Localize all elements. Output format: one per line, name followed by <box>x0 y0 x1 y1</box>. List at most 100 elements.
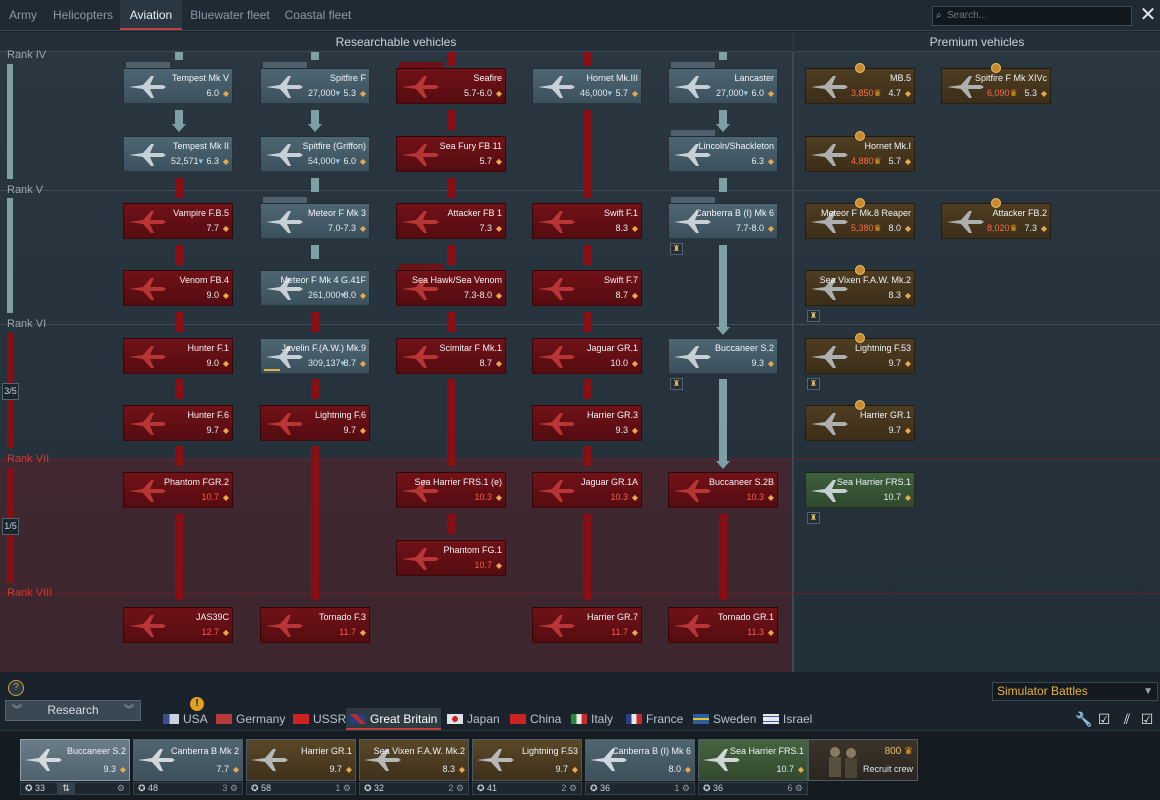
nation-tab-ussr[interactable]: USSR <box>293 708 346 730</box>
tree-link <box>447 178 455 198</box>
aircraft-icon <box>400 74 440 100</box>
crew-slot[interactable]: Sea Vixen F.A.W. Mk.2 8.3 ◆ ✪ 32 2 ⚙ <box>359 739 469 795</box>
vehicle-card-tornado-f3[interactable]: Tornado F.3 11.7 ◆ <box>260 607 370 643</box>
nation-tab-italy[interactable]: Italy <box>571 708 613 730</box>
squadron-tag-icon[interactable]: ♜ <box>807 378 820 390</box>
research-points: 54,000▾ <box>308 156 341 166</box>
close-button[interactable]: ✕ <box>1138 4 1158 26</box>
rank-divider <box>0 593 1160 594</box>
tab-army[interactable]: Army <box>2 0 44 30</box>
crew-slot[interactable]: Buccaneer S.2 9.3 ◆ ✪ 33 ⇅ ⚙ <box>20 739 130 795</box>
vehicle-card-tempest-v[interactable]: Tempest Mk V 6.0 ◆ <box>123 62 233 104</box>
squadron-tag-icon[interactable]: ♜ <box>807 512 820 524</box>
vehicle-card-swift-f1[interactable]: Swift F.1 8.3 ◆ <box>532 203 642 239</box>
aircraft-icon <box>400 209 440 235</box>
vehicle-name: Hornet Mk.III <box>586 73 638 83</box>
premium-crown-icon <box>855 198 865 208</box>
vehicle-card-venom[interactable]: Venom FB.4 9.0 ◆ <box>123 270 233 306</box>
tab-helicopters[interactable]: Helicopters <box>50 0 116 30</box>
slot-battle-rating: 9.3 <box>103 764 116 774</box>
crew-slot[interactable]: Lightning F.53 9.7 ◆ ✪ 41 2 ⚙ <box>472 739 582 795</box>
vehicle-card-meteor-4[interactable]: Meteor F Mk 4 G.41F 261,000▾ 8.0 ◆ <box>260 270 370 306</box>
vehicle-card-meteor-8-reaper[interactable]: Meteor F Mk.8 Reaper 5,380♛ 8.0 ◆ <box>805 198 915 239</box>
vehicle-name: Spitfire F <box>329 73 366 83</box>
recruit-crew-button[interactable]: 800 ♛ Recruit crew <box>808 739 918 781</box>
vehicle-card-harrier-gr1[interactable]: Harrier GR.1 9.7 ◆ <box>805 400 915 441</box>
nation-tab-france[interactable]: France <box>626 708 683 730</box>
help-icon[interactable]: ? <box>8 680 24 696</box>
vehicle-card-meteor-3[interactable]: Meteor F Mk 3 7.0-7.3 ◆ <box>260 197 370 239</box>
swap-vehicle-button[interactable]: ⇅ <box>57 783 75 794</box>
vehicle-card-javelin[interactable]: Javelin F.(A.W.) Mk.9 309,137▾ 8.7 ◆ <box>260 338 370 374</box>
vehicle-card-sea-harrier-e[interactable]: Sea Harrier FRS.1 (e) 10.3 ◆ <box>396 472 506 508</box>
vehicle-card-jaguar-gr1[interactable]: Jaguar GR.1 10.0 ◆ <box>532 338 642 374</box>
wrench-icon[interactable]: 🔧 <box>1075 710 1093 728</box>
vehicle-card-canberra-b6[interactable]: Canberra B (I) Mk 6 7.7-8.0 ◆ ♜ <box>668 197 778 255</box>
vehicle-card-sea-vixen[interactable]: Sea Vixen F.A.W. Mk.2 8.3 ◆ ♜ <box>805 265 915 322</box>
vehicle-card-sea-harrier-frs1[interactable]: Sea Harrier FRS.1 10.7 ◆ ♜ <box>805 472 915 524</box>
vehicle-card-attacker-fb2[interactable]: Attacker FB.2 8,020♛ 7.3 ◆ <box>941 198 1051 239</box>
slot-vehicle-name: Canberra B Mk 2 <box>170 746 239 756</box>
crew-slot[interactable]: Canberra B (I) Mk 6 8.0 ◆ ✪ 36 1 ⚙ <box>585 739 695 795</box>
vehicle-card-vampire[interactable]: Vampire F.B.5 7.7 ◆ <box>123 203 233 239</box>
ammo-icon[interactable]: ⫽ <box>1118 710 1136 728</box>
vehicle-card-hornet-1[interactable]: Hornet Mk.I 4,880♛ 5.7 ◆ <box>805 131 915 172</box>
aircraft-icon <box>809 74 849 100</box>
crew-slot[interactable]: Canberra B Mk 2 7.7 ◆ ✪ 48 3 ⚙ <box>133 739 243 795</box>
vehicle-card-hornet-3[interactable]: Hornet Mk.III 46,000▾ 5.7 ◆ <box>532 68 642 104</box>
vehicle-card-buccaneer-s2b[interactable]: Buccaneer S.2B 10.3 ◆ <box>668 472 778 508</box>
vehicle-card-phantom-fg1[interactable]: Phantom FG.1 10.7 ◆ <box>396 540 506 576</box>
crew-slot[interactable]: Sea Harrier FRS.1 10.7 ◆ ✪ 36 6 ⚙ <box>698 739 808 795</box>
squadron-tag-icon[interactable]: ♜ <box>670 378 683 390</box>
nation-tab-china[interactable]: China <box>510 708 561 730</box>
vehicle-card-lincoln[interactable]: Lincoln/Shackleton 6.3 ◆ <box>668 130 778 172</box>
vehicle-card-sea-fury[interactable]: Sea Fury FB 11 5.7 ◆ <box>396 136 506 172</box>
nation-tab-usa[interactable]: USA <box>163 708 208 730</box>
vehicle-card-harrier-gr7[interactable]: Harrier GR.7 11.7 ◆ <box>532 607 642 643</box>
vehicle-card-spitfire-xivc[interactable]: Spitfire F Mk XIVc 6,090♛ 5.3 ◆ <box>941 63 1051 104</box>
vehicle-card-harrier-gr3[interactable]: Harrier GR.3 9.3 ◆ <box>532 405 642 441</box>
check-box-icon[interactable]: ☑ <box>1095 710 1113 728</box>
vehicle-card-hunter-f1[interactable]: Hunter F.1 9.0 ◆ <box>123 338 233 374</box>
vehicle-card-spitfire-griffon[interactable]: Spitfire (Griffon) 54,000▾ 6.0 ◆ <box>260 136 370 172</box>
crew-count: ⚙ <box>116 783 125 793</box>
crew-count: 2 ⚙ <box>448 783 464 793</box>
vehicle-card-tempest-2[interactable]: Tempest Mk II 52,571▾ 6.3 ◆ <box>123 136 233 172</box>
vehicle-card-phantom-fgr2[interactable]: Phantom FGR.2 10.7 ◆ <box>123 472 233 508</box>
golden-eagle-icon: ♛ <box>873 156 882 166</box>
vehicle-card-attacker-fb1[interactable]: Attacker FB 1 7.3 ◆ <box>396 203 506 239</box>
vehicle-card-scimitar[interactable]: Scimitar F Mk.1 8.7 ◆ <box>396 338 506 374</box>
tab-aviation[interactable]: Aviation <box>120 0 182 30</box>
vehicle-card-tornado-gr1[interactable]: Tornado GR.1 11.3 ◆ <box>668 607 778 643</box>
aircraft-icon <box>475 747 515 773</box>
nation-tab-great-britain[interactable]: Great Britain <box>346 708 442 730</box>
nation-tab-japan[interactable]: Japan <box>447 708 500 730</box>
vehicle-card-spitfire-f[interactable]: Spitfire F 27,000▾ 5.3 ◆ <box>260 62 370 104</box>
vehicle-card-buccaneer-s2[interactable]: Buccaneer S.2 9.3 ◆ ♜ <box>668 338 778 390</box>
battle-mode-select[interactable]: Simulator Battles ▼ <box>992 682 1158 701</box>
nation-tab-israel[interactable]: Israel <box>763 708 812 730</box>
squadron-tag-icon[interactable]: ♜ <box>807 310 820 322</box>
vehicle-card-lightning-f53[interactable]: Lightning F.53 9.7 ◆ ♜ <box>805 333 915 390</box>
battle-rating: 9.7 <box>343 425 356 435</box>
crew-slot[interactable]: Harrier GR.1 9.7 ◆ ✪ 58 1 ⚙ <box>246 739 356 795</box>
vehicle-card-seafire[interactable]: Seafire 5.7-6.0 ◆ <box>396 62 506 104</box>
nation-tab-germany[interactable]: Germany <box>216 708 285 730</box>
research-button[interactable]: ︾ Research ︾ <box>5 700 141 721</box>
vehicle-card-mb5[interactable]: MB.5 3,850♛ 4.7 ◆ <box>805 63 915 104</box>
vehicle-card-hunter-f6[interactable]: Hunter F.6 9.7 ◆ <box>123 405 233 441</box>
tab-coastal-fleet[interactable]: Coastal fleet <box>280 0 356 30</box>
vehicle-card-lightning-f6[interactable]: Lightning F.6 9.7 ◆ <box>260 405 370 441</box>
vehicle-card-jas39c[interactable]: JAS39C 12.7 ◆ <box>123 607 233 643</box>
check-box-icon[interactable]: ☑ <box>1138 710 1156 728</box>
search-input[interactable]: ⌕ Search... <box>932 6 1132 26</box>
nation-tab-sweden[interactable]: Sweden <box>693 708 756 730</box>
squadron-tag-icon[interactable]: ♜ <box>670 243 683 255</box>
tab-bluewater-fleet[interactable]: Bluewater fleet <box>186 0 274 30</box>
vehicle-card-swift-f7[interactable]: Swift F.7 8.7 ◆ <box>532 270 642 306</box>
vehicle-card-jaguar-gr1a[interactable]: Jaguar GR.1A 10.3 ◆ <box>532 472 642 508</box>
rank-diamond-icon: ◆ <box>359 628 366 637</box>
vehicle-name: Jaguar GR.1A <box>580 477 638 487</box>
vehicle-card-lancaster[interactable]: Lancaster 27,000▾ 6.0 ◆ <box>668 62 778 104</box>
vehicle-card-sea-hawk[interactable]: Sea Hawk/Sea Venom 7.3-8.0 ◆ <box>396 264 506 306</box>
